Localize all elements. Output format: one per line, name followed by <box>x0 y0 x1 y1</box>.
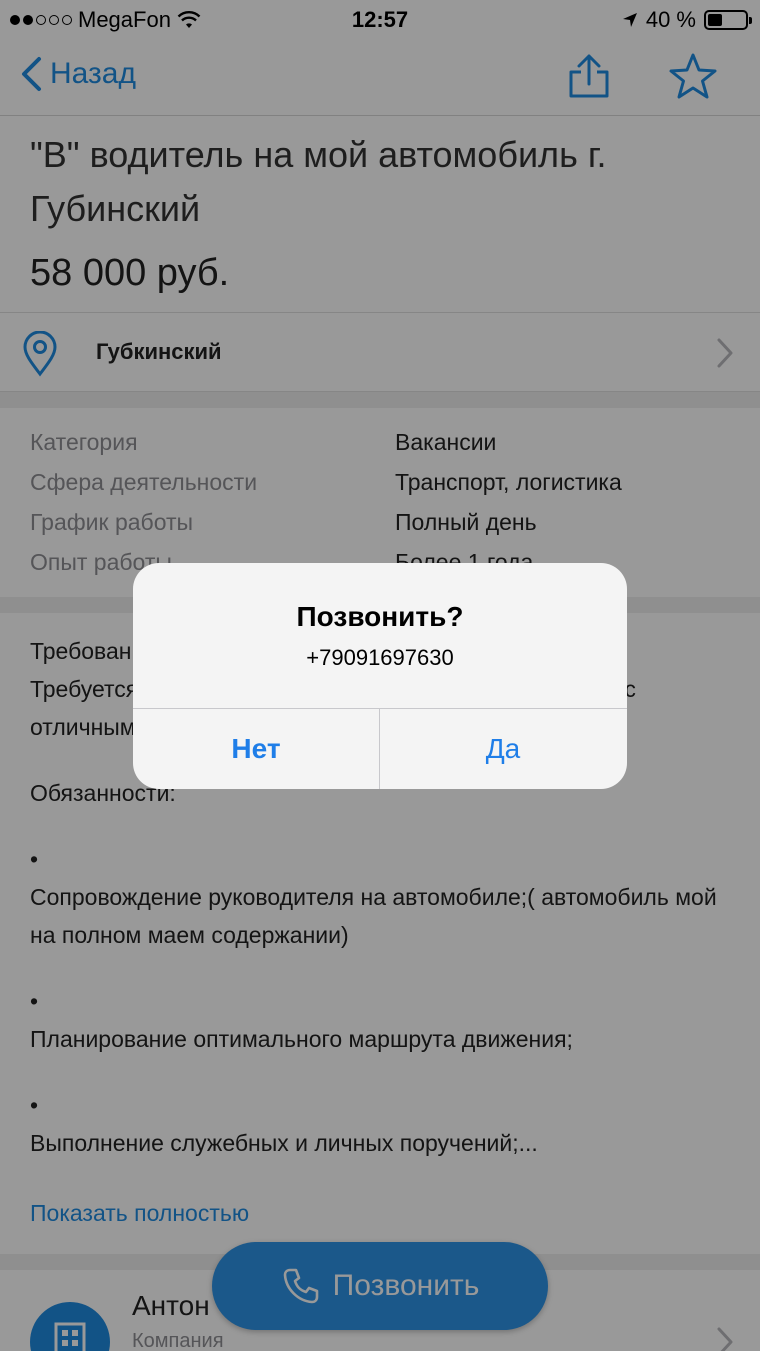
alert-phone-number: +79091697630 <box>306 645 454 670</box>
alert-title: Позвонить? <box>296 601 464 632</box>
call-confirm-alert: Позвонить? +79091697630 Нет Да <box>133 563 627 789</box>
alert-cancel-button[interactable]: Нет <box>133 709 379 789</box>
alert-confirm-button[interactable]: Да <box>380 709 626 789</box>
